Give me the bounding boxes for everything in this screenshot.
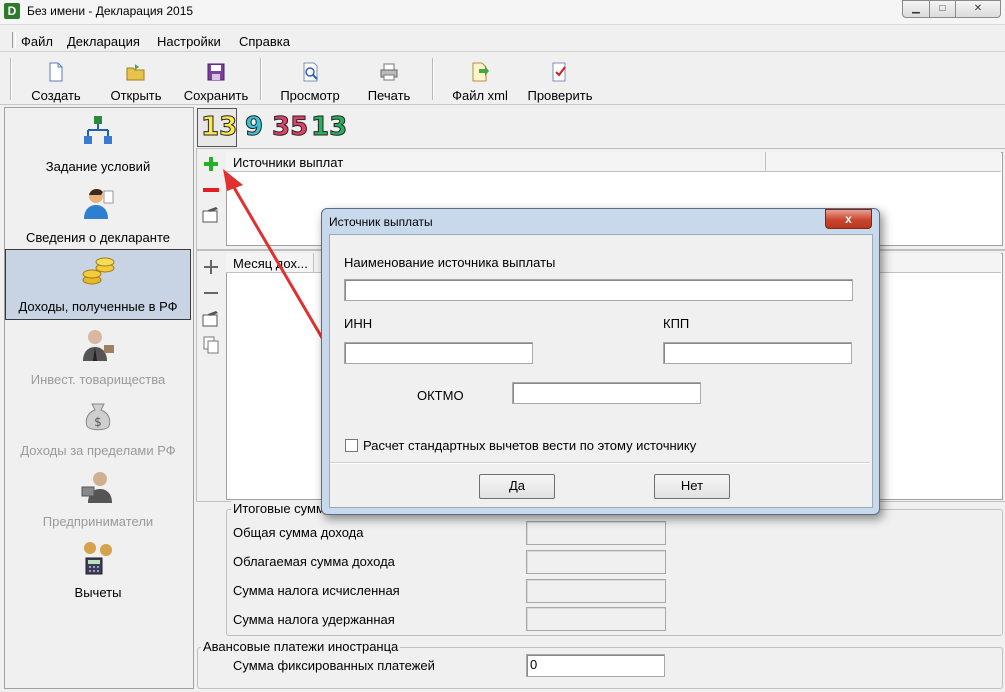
oktmo-label: ОКТМО [417,388,464,403]
svg-text:$: $ [94,415,102,429]
inn-input[interactable] [344,342,533,364]
menu-help[interactable]: Справка [239,34,290,49]
column-divider [765,152,766,171]
create-button[interactable]: Создать [24,58,88,104]
nav-declarant-label: Сведения о декларанте [26,230,170,245]
annotation-arrow-icon [223,169,330,349]
nav-income-rf-label: Доходы, полученные в РФ [18,299,178,314]
xml-file-label: Файл xml [452,88,508,103]
nav-conditions[interactable]: Задание условий [5,110,191,178]
open-label: Открыть [110,88,162,103]
printer-icon [380,63,398,81]
menu-grip [12,32,16,48]
nav-entrepreneurs-label: Предприниматели [42,514,154,529]
tab-rate-9[interactable]: 9 [244,112,263,143]
standard-deductions-label[interactable]: Расчет стандартных вычетов вести по этом… [363,438,696,453]
nav-income-abroad[interactable]: $ Доходы за пределами РФ [5,394,191,462]
close-window-button[interactable]: ✕ [955,0,1001,18]
standard-deductions-checkbox[interactable] [345,439,358,452]
taxable-income-label: Облагаемая сумма дохода [233,554,395,569]
total-income-label: Общая сумма дохода [233,525,364,540]
calculator-icon [84,542,112,575]
tab-rate-35[interactable]: 35 [271,112,308,143]
nav-invest-partnerships-label: Инвест. товарищества [30,372,166,387]
dialog-body [329,234,873,508]
tax-calculated-label: Сумма налога исчисленная [233,583,400,598]
checklist-icon [552,62,566,82]
source-name-input[interactable] [344,279,853,301]
new-document-icon [49,62,63,82]
maximize-button[interactable]: □ [929,0,956,18]
preview-label: Просмотр [280,88,340,103]
dialog-separator [330,462,870,464]
toolbar-grip [10,58,12,100]
toolbar-separator [260,58,262,100]
xml-export-icon [472,62,489,82]
preview-icon [303,62,318,82]
yes-button[interactable]: Да [479,474,555,499]
preview-button[interactable]: Просмотр [274,58,346,104]
person-icon [84,188,114,219]
nav-income-abroad-label: Доходы за пределами РФ [20,443,176,458]
flowchart-icon [84,116,112,144]
print-button[interactable]: Печать [358,58,420,104]
tax-withheld-field [526,607,666,631]
tax-calculated-field [526,579,666,603]
coins-icon [82,257,115,285]
kpp-label: КПП [663,316,690,331]
nav-entrepreneurs[interactable]: Предприниматели [5,465,191,533]
dialog-close-button[interactable]: x [825,209,872,229]
create-label: Создать [31,88,81,103]
tab-rate-13[interactable]: 13 [200,112,237,143]
print-label: Печать [367,88,411,103]
app-icon: D [4,3,20,19]
taxable-income-field [526,550,666,574]
tax-withheld-label: Сумма налога удержанная [233,612,395,627]
menu-declaration[interactable]: Декларация [67,34,140,49]
floppy-disk-icon [207,63,225,81]
no-button[interactable]: Нет [654,474,730,499]
nav-deductions[interactable]: Вычеты [5,536,191,604]
save-label: Сохранить [183,88,249,103]
oktmo-input[interactable] [512,382,701,404]
entrepreneur-icon [81,472,112,503]
open-button[interactable]: Открыть [104,58,168,104]
nav-invest-partnerships[interactable]: Инвест. товарищества [5,323,191,391]
dialog-title: Источник выплаты [329,215,433,229]
tab-rate-13-second[interactable]: 13 [310,112,347,143]
open-folder-icon [126,64,145,81]
menu-bar [0,25,1005,52]
source-name-label: Наименование источника выплаты [344,255,556,270]
menu-settings[interactable]: Настройки [157,34,221,49]
menu-file[interactable]: Файл [21,34,53,49]
nav-conditions-label: Задание условий [45,159,151,174]
money-bag-icon: $ [85,403,111,431]
window-title: Без имени - Декларация 2015 [27,4,194,18]
kpp-input[interactable] [663,342,852,364]
check-button[interactable]: Проверить [522,58,598,104]
nav-declarant[interactable]: Сведения о декларанте [5,181,191,249]
save-button[interactable]: Сохранить [180,58,252,104]
fixed-payments-input[interactable]: 0 [526,654,665,677]
check-label: Проверить [527,88,593,103]
inn-label: ИНН [344,316,373,331]
nav-deductions-label: Вычеты [74,585,122,600]
minimize-button[interactable]: ▁ [902,0,930,18]
toolbar-separator [432,58,434,100]
nav-income-rf[interactable]: Доходы, полученные в РФ [5,249,191,320]
businessman-icon [83,330,114,361]
fixed-payments-label: Сумма фиксированных платежей [233,658,435,673]
advance-payments-title: Авансовые платежи иностранца [201,639,401,654]
total-income-field [526,521,666,545]
xml-file-button[interactable]: Файл xml [446,58,514,104]
